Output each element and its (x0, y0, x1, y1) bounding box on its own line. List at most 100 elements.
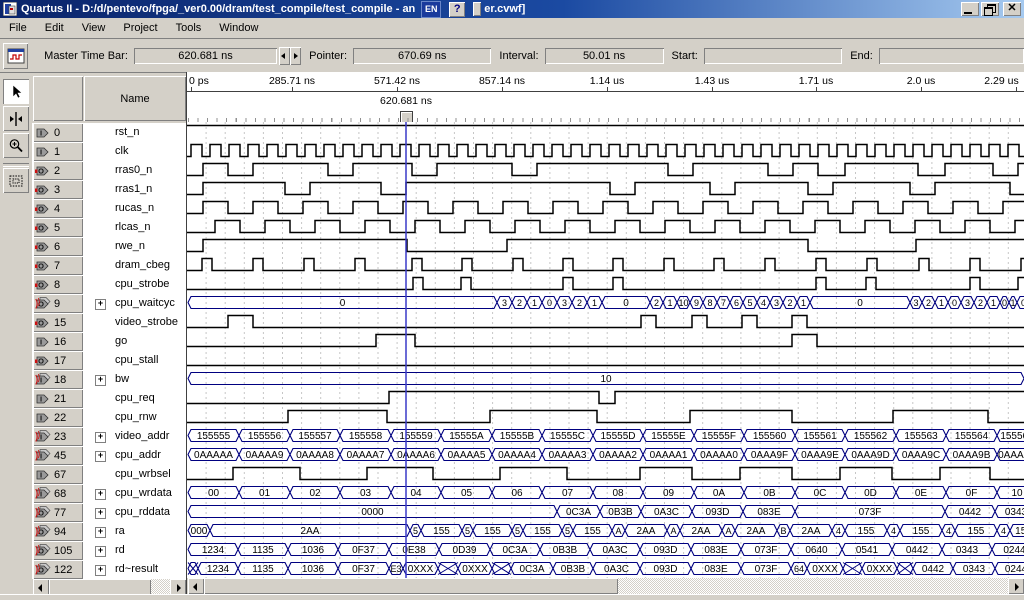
row-number-button-21[interactable]: I21 (33, 389, 83, 408)
signal-name-rst_n[interactable]: rst_n (115, 126, 139, 138)
menu-tools[interactable]: Tools (167, 20, 211, 36)
signal-name-bw[interactable]: bw (115, 373, 129, 385)
selection-tool-button[interactable] (3, 79, 29, 104)
expand-group-button-bw[interactable]: + (95, 375, 106, 386)
expand-group-button-rd~result[interactable]: + (95, 565, 106, 576)
signal-name-rwe_n[interactable]: rwe_n (115, 240, 145, 252)
svg-text:I: I (40, 452, 42, 461)
row-number-button-5[interactable]: O5 (33, 218, 83, 237)
menu-view[interactable]: View (73, 20, 115, 36)
signal-name-cpu_wrdata[interactable]: cpu_wrdata (115, 487, 172, 499)
scroll-right-button[interactable] (170, 579, 186, 595)
signal-name-rlcas_n[interactable]: rlcas_n (115, 221, 150, 233)
waveform-view[interactable]: 0321032102110987654321032103210101015555… (187, 122, 1024, 578)
expand-group-button-cpu_wrdata[interactable]: + (95, 489, 106, 500)
language-indicator-badge[interactable]: EN (421, 1, 441, 18)
minimize-button[interactable] (961, 2, 979, 16)
scrollbar-thumb[interactable] (49, 579, 151, 595)
master-time-bar-strip[interactable]: 620.681 ns (187, 92, 1024, 122)
row-number-button-68[interactable]: I68 (33, 484, 83, 503)
signal-name-rucas_n[interactable]: rucas_n (115, 202, 154, 214)
svg-text:I: I (40, 414, 42, 423)
expand-group-button-cpu_waitcyc[interactable]: + (95, 299, 106, 310)
signal-name-cpu_strobe[interactable]: cpu_strobe (115, 278, 169, 290)
signal-name-cpu_waitcyc[interactable]: cpu_waitcyc (115, 297, 175, 309)
ruler-label: 2.29 us (984, 75, 1018, 87)
restore-button[interactable] (981, 2, 999, 16)
signal-name-go[interactable]: go (115, 335, 127, 347)
expand-group-button-video_addr[interactable]: + (95, 432, 106, 443)
signal-name-dram_cbeg[interactable]: dram_cbeg (115, 259, 170, 271)
menu-project[interactable]: Project (114, 20, 166, 36)
row-number-button-2[interactable]: O2 (33, 161, 83, 180)
row-number-button-17[interactable]: O17 (33, 351, 83, 370)
spin-right-button[interactable] (290, 47, 301, 65)
waveform-editor-button[interactable] (3, 43, 28, 69)
signal-name-cpu_rnw[interactable]: cpu_rnw (115, 411, 157, 423)
row-number-button-105[interactable]: O105 (33, 541, 83, 560)
signal-name-clk[interactable]: clk (115, 145, 128, 157)
expand-group-button-cpu_rddata[interactable]: + (95, 508, 106, 519)
waveform-scrollbar[interactable] (188, 578, 1024, 594)
wave-scrollbar-thumb[interactable] (204, 578, 618, 594)
menu-edit[interactable]: Edit (36, 20, 73, 36)
signal-name-ra[interactable]: ra (115, 525, 125, 537)
menu-window[interactable]: Window (210, 20, 267, 36)
row-number-button-6[interactable]: O6 (33, 237, 83, 256)
time-field-2[interactable]: 50.01 ns (545, 48, 664, 64)
row-number-button-23[interactable]: I23 (33, 427, 83, 446)
row-number-button-1[interactable]: I1 (33, 142, 83, 161)
row-number-button-94[interactable]: O94 (33, 522, 83, 541)
signal-name-cpu_stall[interactable]: cpu_stall (115, 354, 158, 366)
name-panel-scrollbar[interactable] (33, 579, 186, 595)
signal-row-ra: O94 + ra (32, 522, 186, 541)
language-bar-handle[interactable] (473, 2, 481, 16)
signal-name-rras1_n[interactable]: rras1_n (115, 183, 152, 195)
row-number: 122 (54, 564, 72, 576)
row-number-button-0[interactable]: I0 (33, 123, 83, 142)
time-field-0[interactable]: 620.681 ns (134, 48, 277, 64)
signal-name-rd~result[interactable]: rd~result (115, 563, 158, 575)
spin-left-button[interactable] (279, 47, 290, 65)
signal-name-cpu_req[interactable]: cpu_req (115, 392, 155, 404)
signal-name-cpu_addr[interactable]: cpu_addr (115, 449, 161, 461)
time-ruler[interactable]: 0 ps285.71 ns571.42 ns857.14 ns1.14 us1.… (187, 73, 1024, 92)
svg-text:1: 1 (939, 298, 944, 308)
signal-name-cpu_wrbsel[interactable]: cpu_wrbsel (115, 468, 171, 480)
signal-name-video_addr[interactable]: video_addr (115, 430, 169, 442)
full-screen-tool-button[interactable] (3, 168, 29, 193)
row-number-button-45[interactable]: I45 (33, 446, 83, 465)
wave-scroll-left-button[interactable] (188, 578, 204, 594)
row-number-button-18[interactable]: I18 (33, 370, 83, 389)
row-number-button-8[interactable]: O8 (33, 275, 83, 294)
row-number-button-4[interactable]: O4 (33, 199, 83, 218)
signal-name-cpu_rddata[interactable]: cpu_rddata (115, 506, 170, 518)
wave-scroll-right-button[interactable] (1008, 578, 1024, 594)
wave-go (187, 335, 1024, 347)
row-number-button-67[interactable]: I67 (33, 465, 83, 484)
time-field-1[interactable]: 670.69 ns (353, 48, 491, 64)
row-number-button-16[interactable]: I16 (33, 332, 83, 351)
time-bar-tool-button[interactable] (3, 106, 29, 131)
row-number-button-122[interactable]: O122 (33, 560, 83, 579)
language-help-button[interactable]: ? (449, 2, 465, 17)
signal-name-rd[interactable]: rd (115, 544, 125, 556)
signal-name-video_strobe[interactable]: video_strobe (115, 316, 178, 328)
signal-name-rras0_n[interactable]: rras0_n (115, 164, 152, 176)
scroll-left-button[interactable] (33, 579, 49, 595)
row-number-button-9[interactable]: O9 (33, 294, 83, 313)
expand-group-button-cpu_addr[interactable]: + (95, 451, 106, 462)
field-label-2: Interval: (499, 50, 538, 62)
row-number-button-3[interactable]: O3 (33, 180, 83, 199)
time-field-3[interactable] (704, 48, 842, 64)
row-number-button-77[interactable]: O77 (33, 503, 83, 522)
row-number-button-7[interactable]: O7 (33, 256, 83, 275)
row-number-button-15[interactable]: O15 (33, 313, 83, 332)
time-field-4[interactable] (879, 48, 1024, 64)
zoom-tool-button[interactable] (3, 133, 29, 158)
row-number-button-22[interactable]: I22 (33, 408, 83, 427)
menu-file[interactable]: File (0, 20, 36, 36)
expand-group-button-ra[interactable]: + (95, 527, 106, 538)
close-button[interactable]: ✕ (1003, 2, 1021, 16)
expand-group-button-rd[interactable]: + (95, 546, 106, 557)
